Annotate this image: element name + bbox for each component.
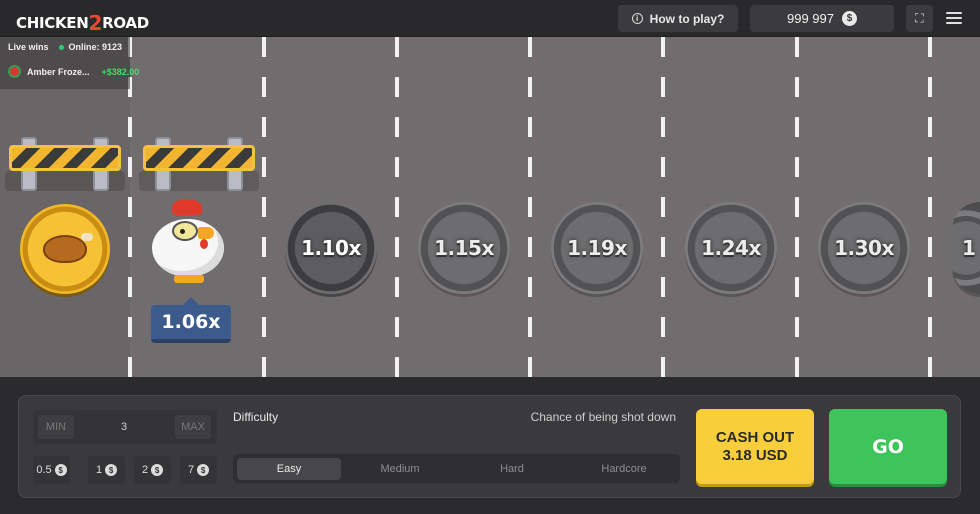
top-bar: CHICKEN2ROAD i How to play? 999 997 $ ⛶ (0, 0, 980, 37)
dollar-coin-icon: $ (197, 464, 210, 476)
logo-text-left: CHICKEN (16, 14, 89, 32)
bet-chip-button[interactable]: 1 $ (88, 456, 125, 484)
logo-text-right: ROAD (102, 14, 149, 32)
winner-name: Amber Froze... (27, 66, 90, 77)
bet-chip-button[interactable]: 2 $ (134, 456, 171, 484)
difficulty-option-medium[interactable]: Medium (348, 458, 452, 480)
cash-out-label: CASH OUT (715, 429, 795, 447)
dollar-coin-icon: $ (54, 464, 67, 476)
lane-divider (528, 37, 532, 377)
bet-amount-input[interactable]: 3 (74, 410, 174, 444)
hamburger-icon (946, 12, 962, 14)
road-barrier (5, 137, 125, 191)
road (0, 37, 980, 377)
difficulty-option-easy[interactable]: Easy (237, 458, 341, 480)
lane-multiplier: 1.19x (567, 236, 627, 260)
roast-chicken-icon (43, 233, 93, 263)
menu-button[interactable] (946, 9, 962, 27)
gold-manhole-roast-chicken-icon (20, 204, 110, 294)
logo-text-mid: 2 (88, 11, 103, 35)
chip-value: 1 (95, 464, 103, 476)
chance-label: Chance of being shot down (530, 410, 676, 424)
min-bet-button[interactable]: MIN (38, 415, 74, 439)
chip-value: 0.5 (36, 464, 52, 476)
lane-multiplier: 1.10x (301, 236, 361, 260)
go-button[interactable]: GO (829, 409, 947, 484)
lane-manhole[interactable]: 1.30x (818, 202, 910, 294)
dollar-coin-icon: $ (151, 464, 164, 476)
live-wins-title: Live wins (8, 42, 49, 52)
lane-multiplier: 1 (962, 236, 976, 260)
avatar (8, 65, 21, 78)
road-barrier (139, 137, 259, 191)
lane-divider (795, 37, 799, 377)
difficulty-label: Difficulty (233, 410, 279, 424)
lane-manhole[interactable]: 1.19x (551, 202, 643, 294)
bet-chip-button[interactable]: 0.5 $ (33, 456, 70, 484)
fullscreen-button[interactable]: ⛶ (906, 5, 933, 32)
balance-display: 999 997 $ (750, 5, 894, 32)
cash-out-amount: 3.18 USD (722, 446, 788, 464)
bet-chip-button[interactable]: 7 $ (180, 456, 217, 484)
live-wins-panel: Live wins Online: 9123 Amber Froze... +$… (0, 37, 139, 89)
chip-value: 2 (141, 464, 149, 476)
game-app: CHICKEN2ROAD i How to play? 999 997 $ ⛶ … (0, 0, 980, 514)
current-multiplier-tag: 1.06x (151, 297, 231, 343)
how-to-play-label: How to play? (649, 11, 725, 26)
max-bet-button[interactable]: MAX (175, 415, 211, 439)
lane-divider (262, 37, 266, 377)
online-indicator: Online: 9123 (58, 42, 123, 52)
how-to-play-button[interactable]: i How to play? (618, 5, 738, 32)
live-win-entry: Amber Froze... +$382.00 (8, 65, 139, 78)
lane-manhole[interactable]: 1.10x (285, 202, 377, 294)
lane-multiplier: 1.30x (834, 236, 894, 260)
lane-manhole[interactable]: 1 (952, 202, 980, 294)
dollar-coin-icon: $ (105, 464, 118, 476)
lane-divider (395, 37, 399, 377)
online-dot-icon (58, 44, 64, 50)
info-icon: i (631, 13, 643, 24)
difficulty-option-hardcore[interactable]: Hardcore (572, 458, 676, 480)
lane-multiplier: 1.24x (701, 236, 761, 260)
difficulty-option-hard[interactable]: Hard (460, 458, 564, 480)
chip-value: 7 (187, 464, 195, 476)
fullscreen-icon: ⛶ (915, 11, 924, 25)
lane-multiplier: 1.15x (434, 236, 494, 260)
lane-manhole[interactable]: 1.15x (418, 202, 510, 294)
chicken-player-icon (148, 197, 228, 287)
dollar-coin-icon: $ (842, 11, 857, 26)
game-logo: CHICKEN2ROAD (16, 9, 149, 35)
online-count: Online: 9123 (68, 42, 123, 52)
balance-value: 999 997 (787, 11, 834, 26)
win-amount: +$382.00 (101, 66, 140, 77)
lane-manhole[interactable]: 1.24x (685, 202, 777, 294)
lane-divider (928, 37, 932, 377)
cash-out-button[interactable]: CASH OUT 3.18 USD (696, 409, 814, 484)
lane-divider (661, 37, 665, 377)
